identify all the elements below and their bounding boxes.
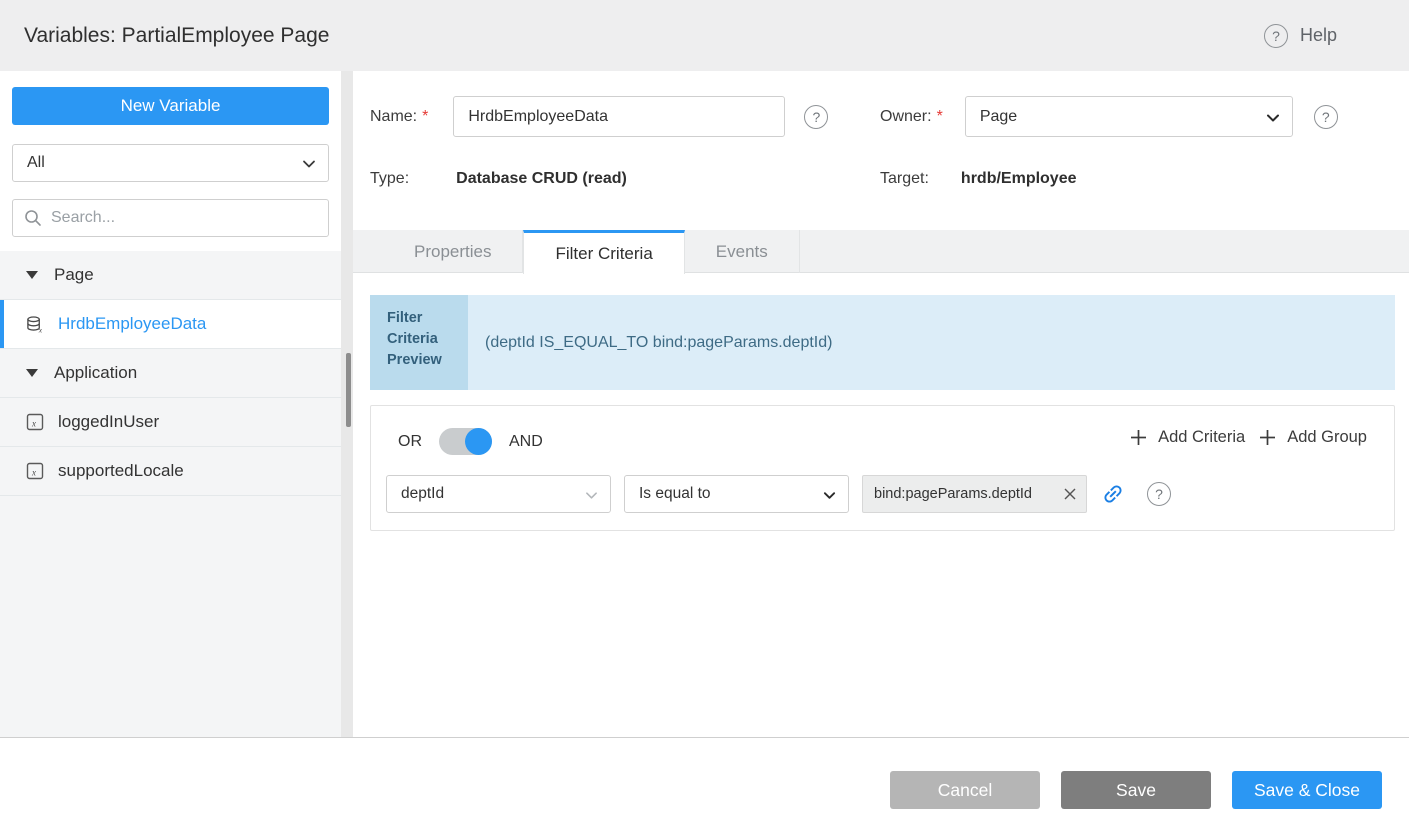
chevron-down-icon [823, 489, 836, 502]
owner-select[interactable]: Page [965, 96, 1293, 137]
criteria-actions: Add Criteria Add Group [1130, 428, 1367, 447]
variable-type-filter-value: All [27, 154, 45, 172]
add-group-label: Add Group [1287, 428, 1367, 447]
tab-filter-criteria[interactable]: Filter Criteria [523, 230, 684, 274]
dialog-header: Variables: PartialEmployee Page ? Help [0, 0, 1409, 71]
criteria-condition-value: Is equal to [639, 485, 711, 503]
panel-divider [341, 71, 353, 737]
target-label: Target: [880, 170, 929, 188]
criteria-field-value: deptId [401, 485, 444, 503]
sidebar-controls: New Variable All [0, 71, 341, 237]
detail-tabbar: Properties Filter Criteria Events [353, 230, 1409, 273]
add-criteria-label: Add Criteria [1158, 428, 1245, 447]
remove-binding-icon[interactable] [1062, 486, 1078, 502]
plus-icon [1130, 429, 1147, 446]
logic-toggle-row: OR AND [398, 428, 543, 455]
type-value: Database CRUD (read) [456, 170, 627, 188]
static-variable-icon: x [26, 413, 44, 431]
required-asterisk: * [937, 108, 943, 126]
target-value: hrdb/Employee [961, 170, 1077, 188]
name-field-row: Name: * ? [370, 96, 828, 137]
sidebar-scrollbar-thumb[interactable] [346, 353, 351, 427]
tree-group-label: Application [54, 363, 137, 383]
preview-value: (deptId IS_EQUAL_TO bind:pageParams.dept… [468, 295, 1395, 390]
required-asterisk: * [422, 108, 428, 126]
or-label: OR [398, 433, 422, 451]
owner-field-row: Owner: * Page ? [880, 96, 1338, 137]
page-title: Variables: PartialEmployee Page [24, 24, 329, 48]
search-icon [24, 209, 42, 227]
variables-tree: Page x HrdbEmployeeData Application [0, 251, 341, 739]
tree-group-application[interactable]: Application [0, 349, 341, 398]
svg-text:x: x [38, 325, 43, 333]
help-button[interactable]: ? Help [1264, 24, 1337, 48]
tree-group-page[interactable]: Page [0, 251, 341, 300]
owner-label: Owner: [880, 108, 932, 126]
or-and-toggle[interactable] [439, 428, 492, 455]
search-field [12, 199, 329, 237]
criteria-field-select[interactable]: deptId [386, 475, 611, 513]
add-group-button[interactable]: Add Group [1259, 428, 1367, 447]
filter-criteria-preview: Filter Criteria Preview (deptId IS_EQUAL… [370, 295, 1395, 390]
name-label: Name: [370, 108, 417, 126]
static-variable-icon: x [26, 462, 44, 480]
tree-item-hrdbemployeedata[interactable]: x HrdbEmployeeData [0, 300, 341, 349]
tree-group-label: Page [54, 265, 94, 285]
name-help-icon[interactable]: ? [804, 105, 828, 129]
cancel-button[interactable]: Cancel [890, 771, 1040, 809]
dialog-footer: Cancel Save Save & Close [0, 737, 1409, 838]
help-icon: ? [1264, 24, 1288, 48]
tree-item-label: supportedLocale [58, 461, 184, 481]
chevron-down-icon [302, 157, 316, 171]
criteria-help-icon[interactable]: ? [1147, 482, 1171, 506]
new-variable-button[interactable]: New Variable [12, 87, 329, 125]
chevron-down-icon [585, 489, 598, 502]
tree-item-supportedlocale[interactable]: x supportedLocale [0, 447, 341, 496]
save-button[interactable]: Save [1061, 771, 1211, 809]
type-row: Type: Database CRUD (read) [370, 170, 627, 188]
criteria-value-chip[interactable]: bind:pageParams.deptId [862, 475, 1087, 513]
preview-label: Filter Criteria Preview [370, 295, 468, 390]
chevron-down-icon [1266, 111, 1280, 125]
criteria-group: OR AND Add Criteria Add Group [370, 405, 1395, 531]
variable-detail-panel: Name: * ? Owner: * Page ? Type: Database… [353, 71, 1409, 737]
database-variable-icon: x [26, 315, 44, 333]
toggle-knob [465, 428, 492, 455]
tree-item-label: loggedInUser [58, 412, 159, 432]
tree-item-label: HrdbEmployeeData [58, 314, 206, 334]
type-label: Type: [370, 170, 409, 188]
add-criteria-button[interactable]: Add Criteria [1130, 428, 1245, 447]
bind-link-icon[interactable] [1101, 482, 1125, 506]
tab-events[interactable]: Events [685, 230, 800, 273]
caret-down-icon [26, 271, 38, 279]
criteria-row: deptId Is equal to bind:pageParams.deptI… [386, 475, 1171, 513]
variables-dialog: Variables: PartialEmployee Page ? Help N… [0, 0, 1409, 838]
variable-type-filter-select[interactable]: All [12, 144, 329, 182]
tree-filler [0, 496, 341, 739]
search-input[interactable] [12, 199, 329, 237]
tab-properties[interactable]: Properties [383, 230, 523, 273]
variables-sidebar: New Variable All Page [0, 71, 341, 737]
help-label: Help [1300, 25, 1337, 46]
target-row: Target: hrdb/Employee [880, 170, 1077, 188]
caret-down-icon [26, 369, 38, 377]
footer-buttons: Cancel Save Save & Close [890, 771, 1382, 809]
save-and-close-button[interactable]: Save & Close [1232, 771, 1382, 809]
and-label: AND [509, 433, 543, 451]
svg-text:x: x [31, 419, 36, 429]
owner-help-icon[interactable]: ? [1314, 105, 1338, 129]
name-input[interactable] [453, 96, 785, 137]
tree-item-loggedinuser[interactable]: x loggedInUser [0, 398, 341, 447]
plus-icon [1259, 429, 1276, 446]
bind-expression: bind:pageParams.deptId [874, 486, 1060, 502]
svg-text:x: x [31, 468, 36, 478]
owner-select-value: Page [980, 108, 1017, 126]
criteria-condition-select[interactable]: Is equal to [624, 475, 849, 513]
